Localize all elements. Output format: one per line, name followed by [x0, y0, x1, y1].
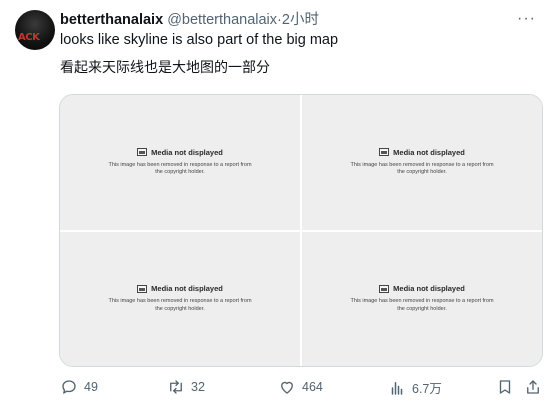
bookmark-button[interactable] — [496, 378, 514, 396]
image-icon — [379, 148, 390, 157]
media-description: This image has been removed in response … — [350, 298, 494, 312]
media-not-displayed-title: Media not displayed — [379, 284, 465, 293]
like-count: 464 — [302, 380, 323, 394]
bookmark-icon — [496, 378, 514, 396]
media-description: This image has been removed in response … — [108, 161, 252, 176]
timestamp[interactable]: 2小时 — [282, 12, 319, 28]
media-not-displayed-title: Media not displayed — [137, 284, 223, 293]
repost-button[interactable]: 32 — [167, 378, 205, 396]
display-name[interactable]: betterthanalaix — [60, 12, 163, 28]
image-icon — [137, 148, 148, 157]
media-cell[interactable]: Media not displayed This image has been … — [60, 231, 300, 366]
repost-count: 32 — [191, 380, 205, 394]
media-title-text: Media not displayed — [151, 284, 223, 294]
media-grid: Media not displayed This image has been … — [59, 94, 543, 367]
media-title-text: Media not displayed — [151, 147, 223, 157]
avatar[interactable]: ACK — [15, 10, 55, 50]
action-bar: 49 32 464 6.7万 — [58, 378, 548, 398]
avatar-text: ACK — [18, 32, 40, 43]
like-button[interactable]: 464 — [278, 378, 323, 396]
reply-icon — [60, 378, 78, 396]
tweet-text-line-1: looks like skyline is also part of the b… — [60, 32, 339, 48]
user-handle[interactable]: @betterthanalaix — [167, 12, 277, 28]
media-cell[interactable]: Media not displayed This image has been … — [302, 95, 542, 230]
views-button[interactable]: 6.7万 — [388, 378, 442, 397]
reply-count: 49 — [84, 380, 98, 394]
media-title-text: Media not displayed — [393, 147, 465, 157]
view-count: 6.7万 — [412, 382, 442, 396]
tweet-header: betterthanalaix @betterthanalaix·2小时 — [60, 11, 319, 29]
media-description: This image has been removed in response … — [108, 298, 252, 312]
retweet-icon — [167, 378, 185, 396]
media-cell[interactable]: Media not displayed This image has been … — [60, 95, 300, 230]
media-cell[interactable]: Media not displayed This image has been … — [302, 231, 542, 366]
reply-button[interactable]: 49 — [60, 378, 98, 396]
media-not-displayed-title: Media not displayed — [137, 148, 223, 157]
media-description: This image has been removed in response … — [350, 161, 494, 176]
share-icon — [524, 378, 542, 396]
heart-icon — [278, 378, 296, 396]
image-icon — [379, 284, 390, 293]
image-icon — [137, 284, 148, 293]
views-chart-icon — [388, 379, 406, 397]
media-title-text: Media not displayed — [393, 284, 465, 294]
more-options-icon[interactable]: ··· — [517, 10, 536, 28]
media-not-displayed-title: Media not displayed — [379, 148, 465, 157]
tweet-text-line-2: 看起来天际线也是大地图的一部分 — [60, 60, 270, 76]
share-button[interactable] — [524, 378, 542, 396]
